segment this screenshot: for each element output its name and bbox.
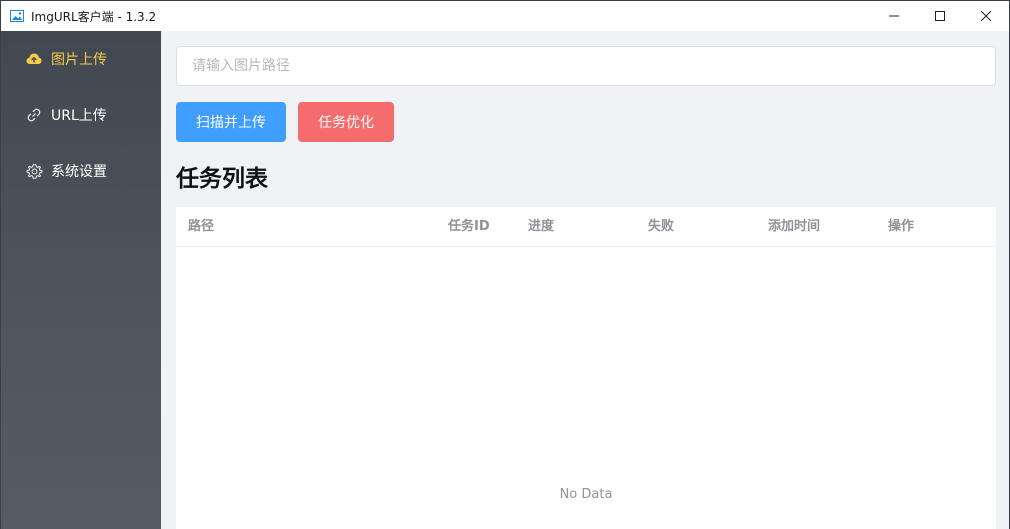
minimize-button[interactable] xyxy=(871,1,917,31)
column-header-failed[interactable]: 失败 xyxy=(648,207,674,246)
title-bar: ImgURL客户端 - 1.3.2 xyxy=(1,1,1009,31)
sidebar-item-label: URL上传 xyxy=(51,108,107,124)
link-icon xyxy=(25,106,43,124)
column-header-added-time[interactable]: 添加时间 xyxy=(768,207,820,246)
main-content: 扫描并上传 任务优化 任务列表 路径 任务ID 进度 失败 添加时间 操作 No… xyxy=(161,31,1009,529)
image-path-input[interactable] xyxy=(176,46,996,86)
cloud-upload-icon xyxy=(25,50,43,68)
sidebar-item-label: 系统设置 xyxy=(51,164,107,180)
scan-upload-button[interactable]: 扫描并上传 xyxy=(176,102,286,142)
window-title: ImgURL客户端 - 1.3.2 xyxy=(31,9,157,24)
close-button[interactable] xyxy=(963,1,1009,31)
optimize-tasks-button[interactable]: 任务优化 xyxy=(298,102,394,142)
maximize-button[interactable] xyxy=(917,1,963,31)
minimize-icon xyxy=(889,11,899,21)
gear-icon xyxy=(25,162,43,180)
column-header-progress[interactable]: 进度 xyxy=(528,207,554,246)
table-header: 路径 任务ID 进度 失败 添加时间 操作 xyxy=(176,207,996,247)
sidebar-item-label: 图片上传 xyxy=(51,52,107,68)
sidebar: 图片上传 URL上传 系统设置 xyxy=(1,31,161,529)
page-title: 任务列表 xyxy=(176,166,268,192)
sidebar-item-image-upload[interactable]: 图片上传 xyxy=(1,31,161,87)
empty-table-text: No Data xyxy=(559,487,613,502)
column-header-actions[interactable]: 操作 xyxy=(888,207,914,246)
maximize-icon xyxy=(935,11,945,21)
app-window: ImgURL客户端 - 1.3.2 图片上传 URL上传 系统设置 请输入图片路… xyxy=(0,0,1010,529)
image-icon xyxy=(10,10,24,22)
column-header-task-id[interactable]: 任务ID xyxy=(448,207,490,246)
column-header-path[interactable]: 路径 xyxy=(188,207,214,246)
task-table: 路径 任务ID 进度 失败 添加时间 操作 No Data xyxy=(176,207,996,529)
sidebar-item-url-upload[interactable]: URL上传 xyxy=(1,87,161,143)
sidebar-item-settings[interactable]: 系统设置 xyxy=(1,143,161,199)
close-icon xyxy=(981,11,991,21)
